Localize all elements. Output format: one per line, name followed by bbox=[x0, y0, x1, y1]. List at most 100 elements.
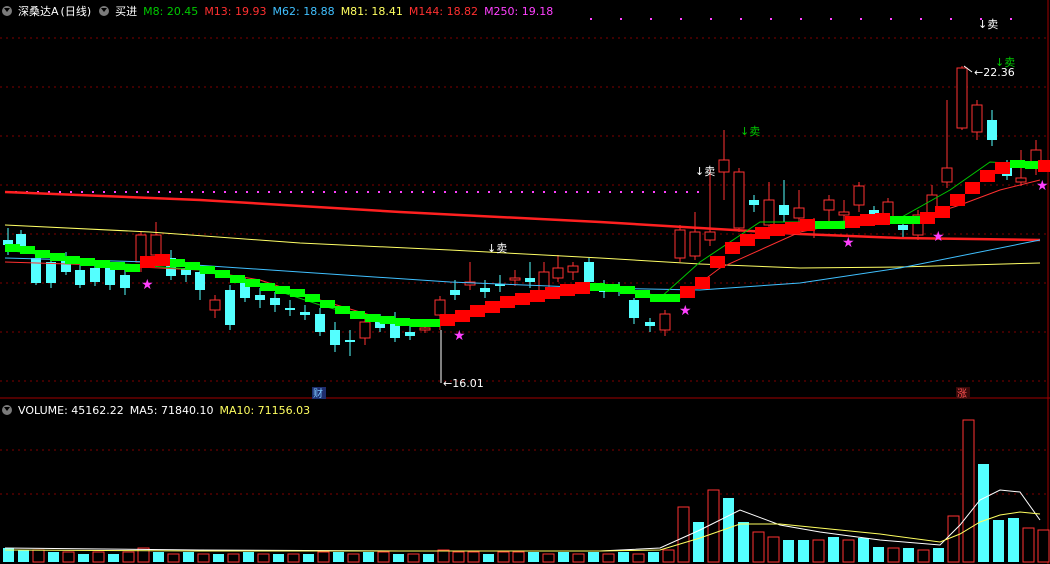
ma250-dot bbox=[598, 191, 600, 193]
ma250-dot bbox=[631, 191, 633, 193]
volume-bar bbox=[377, 551, 390, 563]
ma250-dot bbox=[411, 191, 413, 193]
ma250-dot bbox=[422, 191, 424, 193]
ma250-dot bbox=[191, 191, 193, 193]
volume-bar bbox=[423, 554, 434, 562]
candle-body bbox=[941, 167, 953, 183]
kline-chart[interactable]: ★★★★ ★★ ←16.01 ←22.36 ↓卖 ↓卖 ↓卖 ↓卖 ↓卖 财 涨 bbox=[0, 0, 1050, 564]
trend-block bbox=[1010, 160, 1025, 168]
ma250-dot bbox=[279, 191, 281, 193]
ma250-dot bbox=[543, 191, 545, 193]
candle-body bbox=[674, 229, 686, 259]
candle-body bbox=[823, 199, 835, 211]
ma250-dot bbox=[565, 191, 567, 193]
volume-bar bbox=[78, 554, 89, 562]
trend-block bbox=[755, 227, 770, 239]
ma250-dot bbox=[576, 191, 578, 193]
ma250-dot bbox=[587, 191, 589, 193]
candle-body bbox=[209, 299, 221, 311]
volume-bar bbox=[962, 419, 975, 563]
trend-block bbox=[710, 256, 725, 268]
candle-body bbox=[689, 231, 701, 257]
buy-star-icon: ★ bbox=[141, 277, 154, 293]
ma250-dot bbox=[257, 191, 259, 193]
volume-bar bbox=[738, 522, 749, 562]
buy-star-icon: ★ bbox=[842, 235, 855, 251]
candle-body bbox=[793, 207, 805, 219]
ma250-dot bbox=[710, 18, 712, 20]
trend-block bbox=[290, 289, 305, 297]
volume-bar bbox=[227, 553, 240, 563]
candle-body bbox=[46, 262, 56, 283]
trend-block bbox=[155, 254, 170, 266]
ma250-dot bbox=[770, 18, 772, 20]
candle-body bbox=[225, 290, 235, 325]
ma250-dot bbox=[356, 191, 358, 193]
volume-bar bbox=[798, 540, 809, 562]
trend-block bbox=[125, 264, 140, 272]
volume-bar bbox=[213, 554, 224, 562]
volume-bar bbox=[767, 536, 780, 563]
candle-body bbox=[645, 322, 655, 326]
buy-star-icon: ★ bbox=[679, 303, 692, 319]
volume-bar bbox=[783, 540, 794, 562]
trend-block bbox=[590, 283, 605, 291]
trend-block bbox=[65, 256, 80, 264]
volume-bar bbox=[167, 553, 180, 563]
trend-block bbox=[230, 275, 245, 283]
ma250-dot bbox=[532, 191, 534, 193]
candle-body bbox=[315, 314, 325, 332]
volume-bar bbox=[287, 553, 300, 563]
candle-body bbox=[704, 231, 716, 241]
volume-bar bbox=[978, 464, 989, 562]
trend-block bbox=[1038, 160, 1050, 172]
ma250-dot bbox=[312, 191, 314, 193]
trend-block bbox=[245, 279, 260, 287]
candle-body bbox=[853, 185, 865, 206]
candle-body bbox=[270, 298, 280, 305]
ma250-dot bbox=[697, 191, 699, 193]
ma250-dot bbox=[740, 18, 742, 20]
ma250-dot bbox=[367, 191, 369, 193]
volume-bar bbox=[18, 550, 29, 562]
ma250-dot bbox=[477, 191, 479, 193]
volume-bar bbox=[887, 547, 900, 563]
trend-band bbox=[5, 160, 1050, 327]
trend-block bbox=[995, 162, 1010, 174]
trend-block bbox=[845, 216, 860, 228]
ma250-dot bbox=[590, 18, 592, 20]
trend-block bbox=[1025, 161, 1040, 169]
volume-bar bbox=[483, 554, 494, 562]
ma250-dot bbox=[70, 191, 72, 193]
trend-block bbox=[965, 182, 980, 194]
trend-block bbox=[740, 234, 755, 246]
trend-block bbox=[275, 286, 290, 294]
candle-body bbox=[956, 67, 968, 129]
volume-bar bbox=[542, 553, 555, 563]
trend-block bbox=[605, 284, 620, 292]
candle-body bbox=[480, 288, 490, 292]
candle-body bbox=[509, 277, 521, 281]
ma250-dot bbox=[680, 18, 682, 20]
volume-bar bbox=[903, 548, 914, 562]
candle-body bbox=[1015, 177, 1027, 183]
ma250-dot bbox=[433, 191, 435, 193]
volume-bar bbox=[197, 553, 210, 563]
trend-block bbox=[860, 214, 875, 226]
candle-body bbox=[405, 332, 415, 336]
sell-marker: ↓卖 bbox=[487, 242, 507, 255]
ma250-dot bbox=[389, 191, 391, 193]
trend-block bbox=[725, 242, 740, 254]
volume-bar bbox=[153, 552, 164, 562]
ma250-dot bbox=[345, 191, 347, 193]
ma250-dot bbox=[609, 191, 611, 193]
ma250-dot bbox=[800, 18, 802, 20]
volume-bar bbox=[662, 549, 675, 563]
trend-block bbox=[215, 270, 230, 278]
trend-block bbox=[575, 282, 590, 294]
ma250-dot bbox=[147, 191, 149, 193]
ma250-dot bbox=[521, 191, 523, 193]
candle-body bbox=[779, 205, 789, 215]
ma250-dot bbox=[444, 191, 446, 193]
sell-marker: ↓卖 bbox=[995, 56, 1015, 69]
